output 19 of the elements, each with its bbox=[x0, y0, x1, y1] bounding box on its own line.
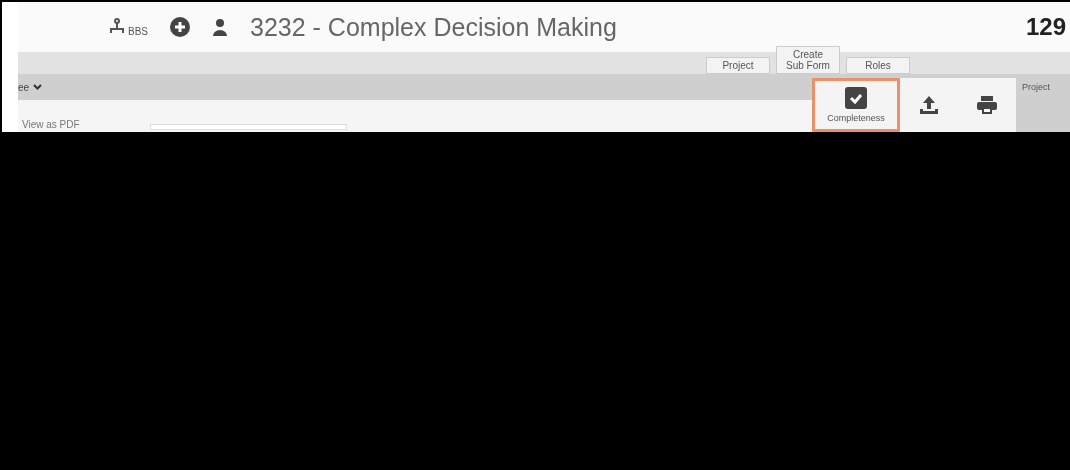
tab[interactable]: Roles bbox=[846, 57, 910, 74]
tool-button[interactable]: Completeness bbox=[812, 78, 900, 132]
page-title: 3232 - Complex Decision Making bbox=[250, 12, 618, 42]
printer-icon bbox=[976, 94, 998, 116]
plus-icon[interactable] bbox=[170, 17, 190, 37]
icon-label: BBS bbox=[128, 26, 148, 37]
tool-button[interactable] bbox=[900, 78, 958, 132]
tool-button[interactable] bbox=[958, 78, 1016, 132]
tab[interactable]: Project bbox=[706, 57, 770, 74]
view-pdf-link[interactable]: View as PDF bbox=[22, 119, 80, 130]
upload-icon bbox=[918, 94, 940, 116]
count-label: 129 bbox=[1025, 13, 1066, 41]
input-field[interactable] bbox=[149, 124, 347, 130]
chevron-down-icon[interactable] bbox=[33, 84, 43, 90]
tab[interactable]: Create Sub Form bbox=[776, 46, 840, 74]
checkbox-icon bbox=[845, 87, 867, 109]
person-icon[interactable] bbox=[212, 18, 228, 36]
side-label: Project bbox=[1021, 81, 1051, 94]
dropdown-label[interactable]: ee bbox=[18, 81, 30, 93]
